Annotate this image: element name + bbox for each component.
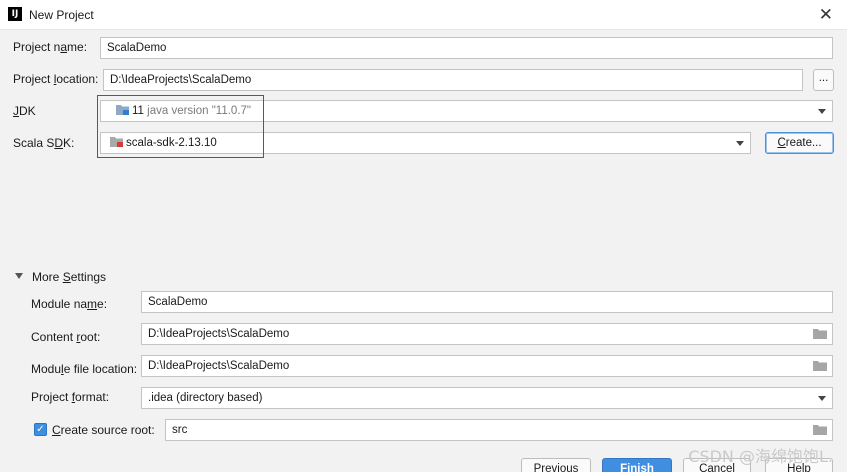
scala-sdk-label: Scala SDK: xyxy=(13,136,74,150)
folder-icon[interactable] xyxy=(813,425,827,435)
jdk-folder-icon xyxy=(116,105,129,115)
label-mnemonic: C xyxy=(52,423,61,437)
label-text: me: xyxy=(67,40,88,54)
module-file-location-value: D:\IdeaProjects\ScalaDemo xyxy=(148,360,290,372)
collapse-triangle-icon[interactable] xyxy=(15,273,23,279)
scala-sdk-select-value: scala-sdk-2.13.10 xyxy=(110,133,217,153)
label-text: ettings xyxy=(70,270,107,284)
label-mnemonic: D xyxy=(54,136,64,150)
folder-icon[interactable] xyxy=(813,329,827,339)
more-settings-toggle[interactable]: More Settings xyxy=(32,270,106,284)
project-location-label: Project location: xyxy=(13,72,98,86)
label-text: ocation: xyxy=(56,72,99,86)
label-text: Module na xyxy=(31,297,88,311)
project-format-label: Project format: xyxy=(31,390,109,404)
label-text: Modu xyxy=(31,362,62,376)
jdk-select[interactable]: 11 java version "11.0.7" xyxy=(100,100,833,122)
label-mnemonic: m xyxy=(87,297,98,311)
label-text: ormat: xyxy=(75,390,110,404)
scala-sdk-version: scala-sdk-2.13.10 xyxy=(126,137,217,149)
label-text: Project xyxy=(31,390,72,404)
chevron-down-icon xyxy=(818,109,826,114)
source-root-value: src xyxy=(172,424,188,436)
close-icon[interactable]: ✕ xyxy=(819,5,833,25)
create-sdk-button[interactable]: Create... xyxy=(765,132,834,154)
create-source-root-checkbox[interactable]: ✓ xyxy=(34,423,47,436)
chevron-down-icon xyxy=(736,141,744,146)
label-text: oot: xyxy=(80,330,101,344)
label-text: Project n xyxy=(13,40,61,54)
chevron-down-icon xyxy=(818,396,826,401)
label-text: e file location: xyxy=(63,362,138,376)
module-name-label: Module name: xyxy=(31,297,107,311)
watermark-text: CSDN @海绵饱饱L. xyxy=(688,447,833,466)
module-name-input[interactable]: ScalaDemo xyxy=(141,291,833,313)
jdk-select-value: 11 java version "11.0.7" xyxy=(116,101,251,121)
browse-location-button[interactable]: ... xyxy=(813,69,834,91)
label-text: K: xyxy=(63,136,75,150)
project-location-input[interactable]: D:\IdeaProjects\ScalaDemo xyxy=(103,69,803,91)
label-text: DK xyxy=(19,104,36,118)
label-text: Scala S xyxy=(13,136,55,150)
content-root-value: D:\IdeaProjects\ScalaDemo xyxy=(148,328,290,340)
project-format-select[interactable]: .idea (directory based) xyxy=(141,387,833,409)
label-mnemonic: S xyxy=(62,270,71,284)
content-root-input[interactable]: D:\IdeaProjects\ScalaDemo xyxy=(141,323,833,345)
module-file-location-input[interactable]: D:\IdeaProjects\ScalaDemo xyxy=(141,355,833,377)
jdk-version-detail: java version "11.0.7" xyxy=(147,105,251,117)
label-text: reate source root: xyxy=(60,423,155,437)
intellij-logo-icon: IJ xyxy=(8,7,22,21)
jdk-label: JDK xyxy=(13,104,36,118)
module-file-location-label: Module file location: xyxy=(31,362,137,376)
project-name-label: Project name: xyxy=(13,40,87,54)
scala-sdk-select[interactable]: scala-sdk-2.13.10 xyxy=(100,132,751,154)
title-bar: IJ New Project ✕ xyxy=(0,0,847,30)
project-name-input[interactable]: ScalaDemo xyxy=(100,37,833,59)
label-text: More xyxy=(32,270,63,284)
label-text: e: xyxy=(97,297,108,311)
project-format-value: .idea (directory based) xyxy=(148,392,263,404)
create-source-root-label[interactable]: Create source root: xyxy=(52,423,155,437)
previous-button[interactable]: Previous xyxy=(521,458,591,472)
source-root-input[interactable]: src xyxy=(165,419,833,441)
jdk-version: 11 xyxy=(132,105,144,117)
window-title: New Project xyxy=(29,8,94,22)
button-text: reate... xyxy=(785,137,822,149)
scala-sdk-folder-icon xyxy=(110,137,123,147)
content-root-label: Content root: xyxy=(31,330,100,344)
folder-icon[interactable] xyxy=(813,361,827,371)
label-text: Content xyxy=(31,330,77,344)
finish-button[interactable]: Finish xyxy=(602,458,672,472)
label-text: Project xyxy=(13,72,54,86)
button-mnemonic: C xyxy=(777,137,786,149)
